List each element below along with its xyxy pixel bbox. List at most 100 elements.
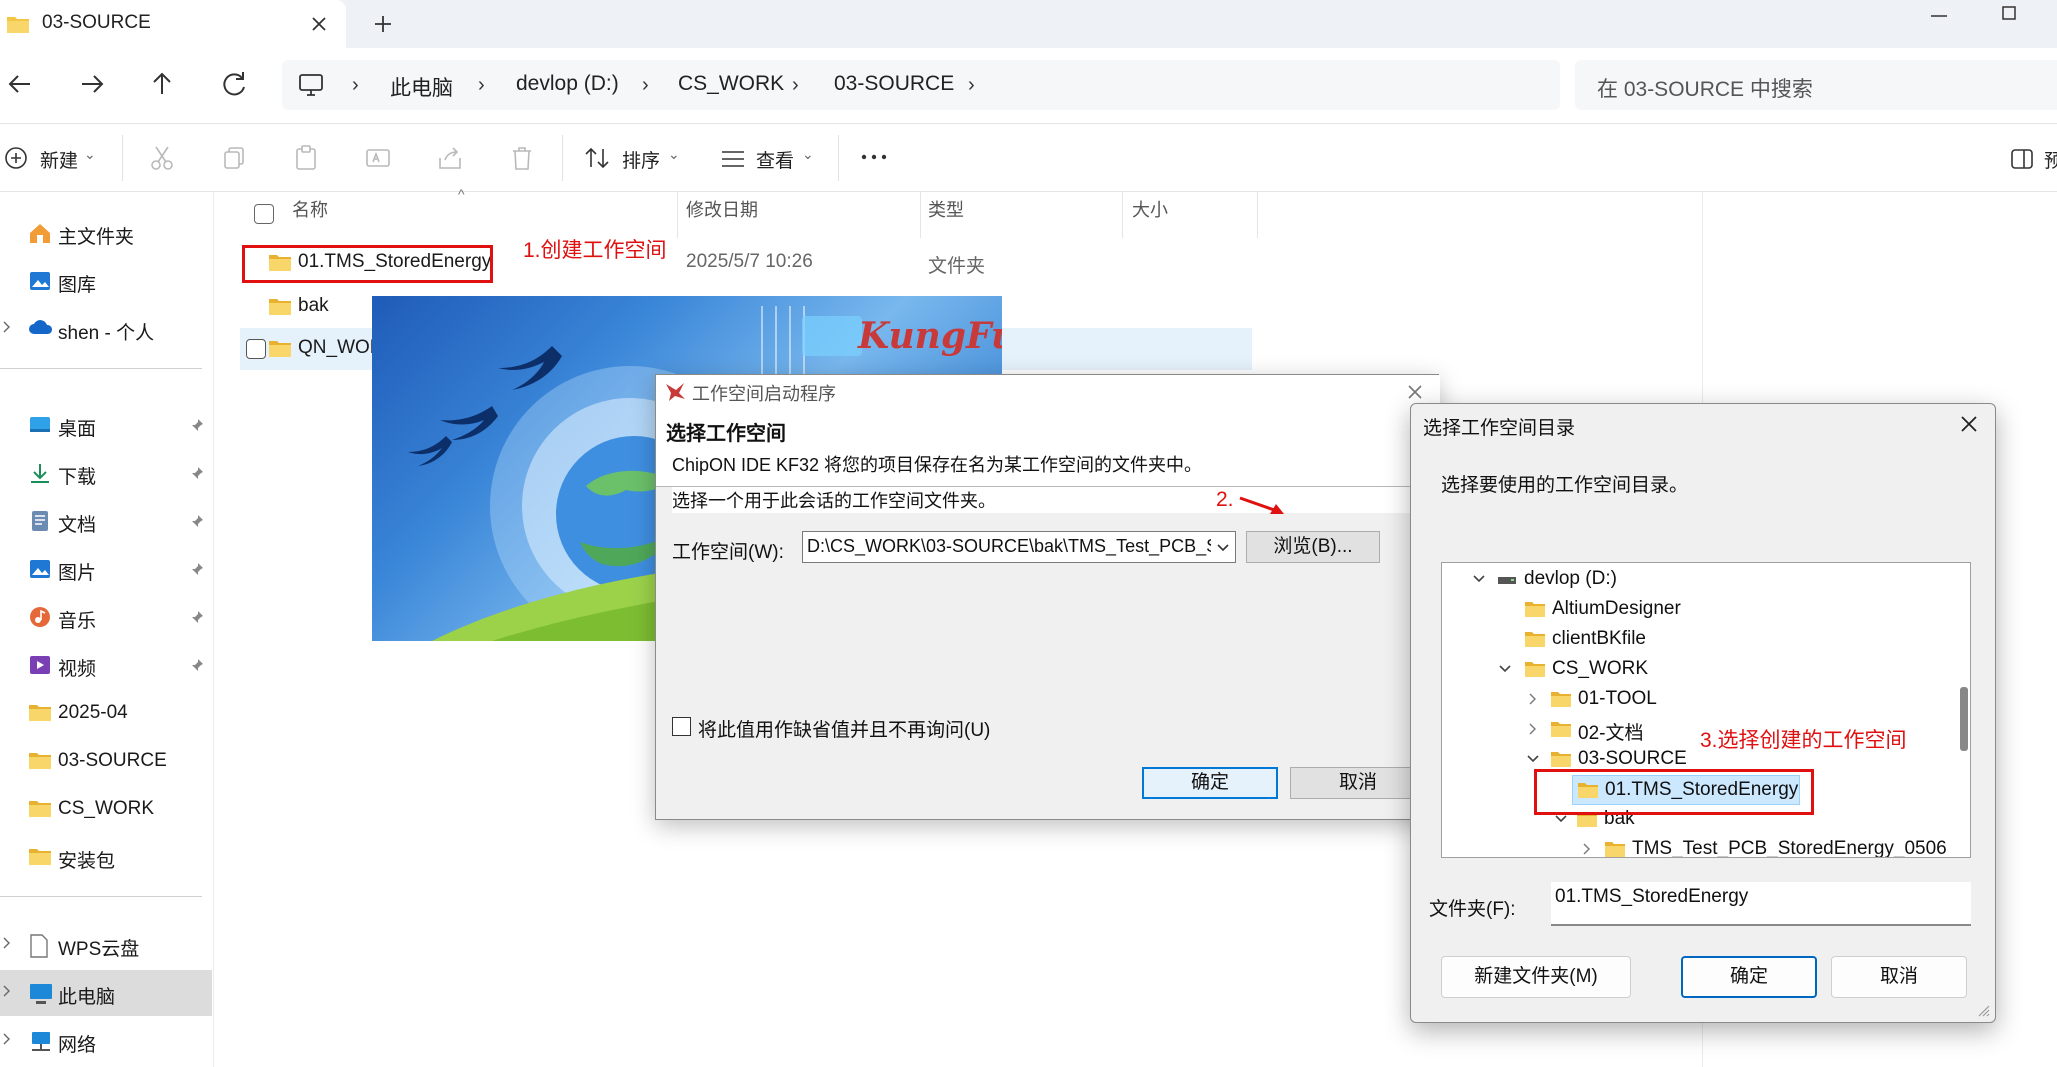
close-icon[interactable] [1404, 381, 1426, 403]
paste-icon[interactable] [292, 144, 320, 172]
sidebar-item-pictures[interactable]: 图片 [0, 546, 212, 592]
preview-pane-icon[interactable] [2010, 148, 2034, 170]
browse-button[interactable]: 浏览(B)... [1246, 531, 1380, 563]
delete-icon[interactable] [508, 144, 536, 172]
chevron-right-icon: › [478, 74, 485, 96]
pin-icon[interactable] [190, 466, 204, 480]
new-folder-button[interactable]: 新建文件夹(M) [1441, 956, 1631, 998]
new-button[interactable]: 新建 [40, 146, 78, 173]
sidebar-item-this-pc[interactable]: 此电脑 [0, 970, 212, 1016]
chevron-down-icon[interactable] [1498, 662, 1512, 676]
cancel-button[interactable]: 取消 [1290, 767, 1426, 799]
sidebar-item-folder[interactable]: 安装包 [0, 834, 212, 880]
sort-button[interactable]: 排序 [622, 146, 660, 173]
tree-item-label: clientBKfile [1552, 628, 1646, 649]
row-checkbox[interactable] [246, 339, 266, 359]
column-header-name[interactable]: 名称 [292, 196, 328, 232]
minimize-icon[interactable] [1925, 8, 1953, 24]
workspace-launcher-dialog: 工作空间启动程序 选择工作空间 ChipON IDE KF32 将您的项目保存在… [655, 374, 1440, 820]
pin-icon[interactable] [190, 514, 204, 528]
divider [122, 135, 123, 181]
chevron-down-icon[interactable] [1211, 532, 1235, 562]
chevron-right-icon[interactable] [1580, 842, 1594, 856]
preview-button[interactable]: 预 [2044, 146, 2057, 173]
resize-grip-icon[interactable] [1977, 1004, 1991, 1018]
breadcrumb-item[interactable]: devlop (D:) [516, 72, 619, 96]
sidebar-item-desktop[interactable]: 桌面 [0, 402, 212, 448]
tree-item[interactable]: clientBKfile [1442, 625, 1962, 655]
share-icon[interactable] [436, 144, 464, 172]
cut-icon[interactable] [148, 144, 176, 172]
back-icon[interactable] [0, 64, 40, 104]
view-button[interactable]: 查看 [756, 146, 794, 173]
chevron-right-icon[interactable] [2, 984, 12, 998]
chevron-right-icon[interactable] [2, 936, 12, 950]
tab-03-source[interactable]: 03-SOURCE [0, 0, 346, 48]
sidebar-item-videos[interactable]: 视频 [0, 642, 212, 688]
chevron-right-icon[interactable] [1526, 692, 1540, 706]
scrollbar-thumb[interactable] [1960, 687, 1968, 751]
tree-item[interactable]: devlop (D:) [1442, 565, 1962, 595]
folder-icon [1550, 720, 1572, 738]
pin-icon[interactable] [190, 610, 204, 624]
cancel-button[interactable]: 取消 [1831, 956, 1967, 998]
pin-icon[interactable] [190, 418, 204, 432]
splash-logo: KungFu [857, 315, 1002, 357]
column-header-date[interactable]: 修改日期 [686, 196, 758, 232]
more-icon[interactable] [860, 152, 888, 162]
sidebar-item-downloads[interactable]: 下载 [0, 450, 212, 496]
copy-icon[interactable] [220, 144, 248, 172]
file-date: 2025/5/7 10:26 [686, 251, 813, 272]
ok-button[interactable]: 确定 [1142, 767, 1278, 799]
default-checkbox[interactable] [672, 717, 691, 736]
close-icon[interactable] [1957, 412, 1981, 436]
dialog-header: 选择工作空间 ChipON IDE KF32 将您的项目保存在名为某工作空间的文… [656, 407, 1440, 487]
breadcrumb-item[interactable]: 此电脑 [390, 72, 453, 102]
chevron-right-icon[interactable] [2, 320, 12, 334]
chevron-down-icon[interactable] [1526, 752, 1540, 766]
refresh-icon[interactable] [214, 64, 254, 104]
sidebar-item-folder[interactable]: 03-SOURCE [0, 738, 212, 784]
forward-icon[interactable] [72, 64, 112, 104]
sidebar-item-label: 下载 [58, 467, 97, 488]
sidebar-item-network[interactable]: 网络 [0, 1018, 212, 1064]
rename-icon[interactable] [364, 144, 392, 172]
select-all-checkbox[interactable] [254, 204, 274, 224]
tree-item[interactable]: 01-TOOL [1442, 685, 1962, 715]
maximize-icon[interactable] [1998, 2, 2020, 24]
up-icon[interactable] [142, 64, 182, 104]
sidebar-item-folder[interactable]: 2025-04 [0, 690, 212, 736]
annotation-box [1534, 769, 1814, 815]
chevron-right-icon[interactable] [1526, 722, 1540, 736]
tree-item[interactable]: AltiumDesigner [1442, 595, 1962, 625]
ok-button[interactable]: 确定 [1681, 956, 1817, 998]
sidebar-item-wps[interactable]: WPS云盘 [0, 922, 212, 968]
search-input[interactable]: 在 03-SOURCE 中搜索 [1575, 60, 2057, 110]
folder-icon [1604, 840, 1626, 857]
breadcrumb-item[interactable]: 03-SOURCE [834, 72, 954, 96]
sidebar-item-onedrive[interactable]: shen - 个人 [0, 306, 212, 352]
close-icon[interactable] [306, 11, 332, 37]
breadcrumb-item[interactable]: CS_WORK [678, 72, 784, 96]
sidebar-item-label: 桌面 [58, 419, 97, 440]
sidebar-item-home[interactable]: 主文件夹 [0, 210, 212, 256]
new-tab-icon[interactable] [370, 11, 396, 37]
sidebar-item-gallery[interactable]: 图库 [0, 258, 212, 304]
address-bar[interactable]: › 此电脑 › devlop (D:) › CS_WORK › 03-SOURC… [282, 60, 1560, 110]
sidebar-item-folder[interactable]: CS_WORK [0, 786, 212, 832]
workspace-combobox[interactable]: D:\CS_WORK\03-SOURCE\bak\TMS_Test_PCB_S [802, 531, 1236, 563]
tree-item[interactable]: TMS_Test_PCB_StoredEnergy_0506 [1442, 835, 1962, 857]
sidebar-item-documents[interactable]: 文档 [0, 498, 212, 544]
pin-icon[interactable] [190, 658, 204, 672]
column-header-type[interactable]: 类型 [928, 196, 964, 232]
chevron-down-icon[interactable] [1472, 572, 1486, 586]
divider [0, 896, 202, 897]
folder-name-input[interactable]: 01.TMS_StoredEnergy [1551, 882, 1971, 926]
pin-icon[interactable] [190, 562, 204, 576]
chevron-right-icon[interactable] [2, 1032, 12, 1046]
column-header-size[interactable]: 大小 [1132, 196, 1168, 232]
folder-icon [1524, 660, 1546, 678]
tree-item[interactable]: CS_WORK [1442, 655, 1962, 685]
sidebar-item-music[interactable]: 音乐 [0, 594, 212, 640]
workspace-folder-picker-dialog: 选择工作空间目录 选择要使用的工作空间目录。 devlop (D:) Altiu… [1410, 403, 1996, 1023]
